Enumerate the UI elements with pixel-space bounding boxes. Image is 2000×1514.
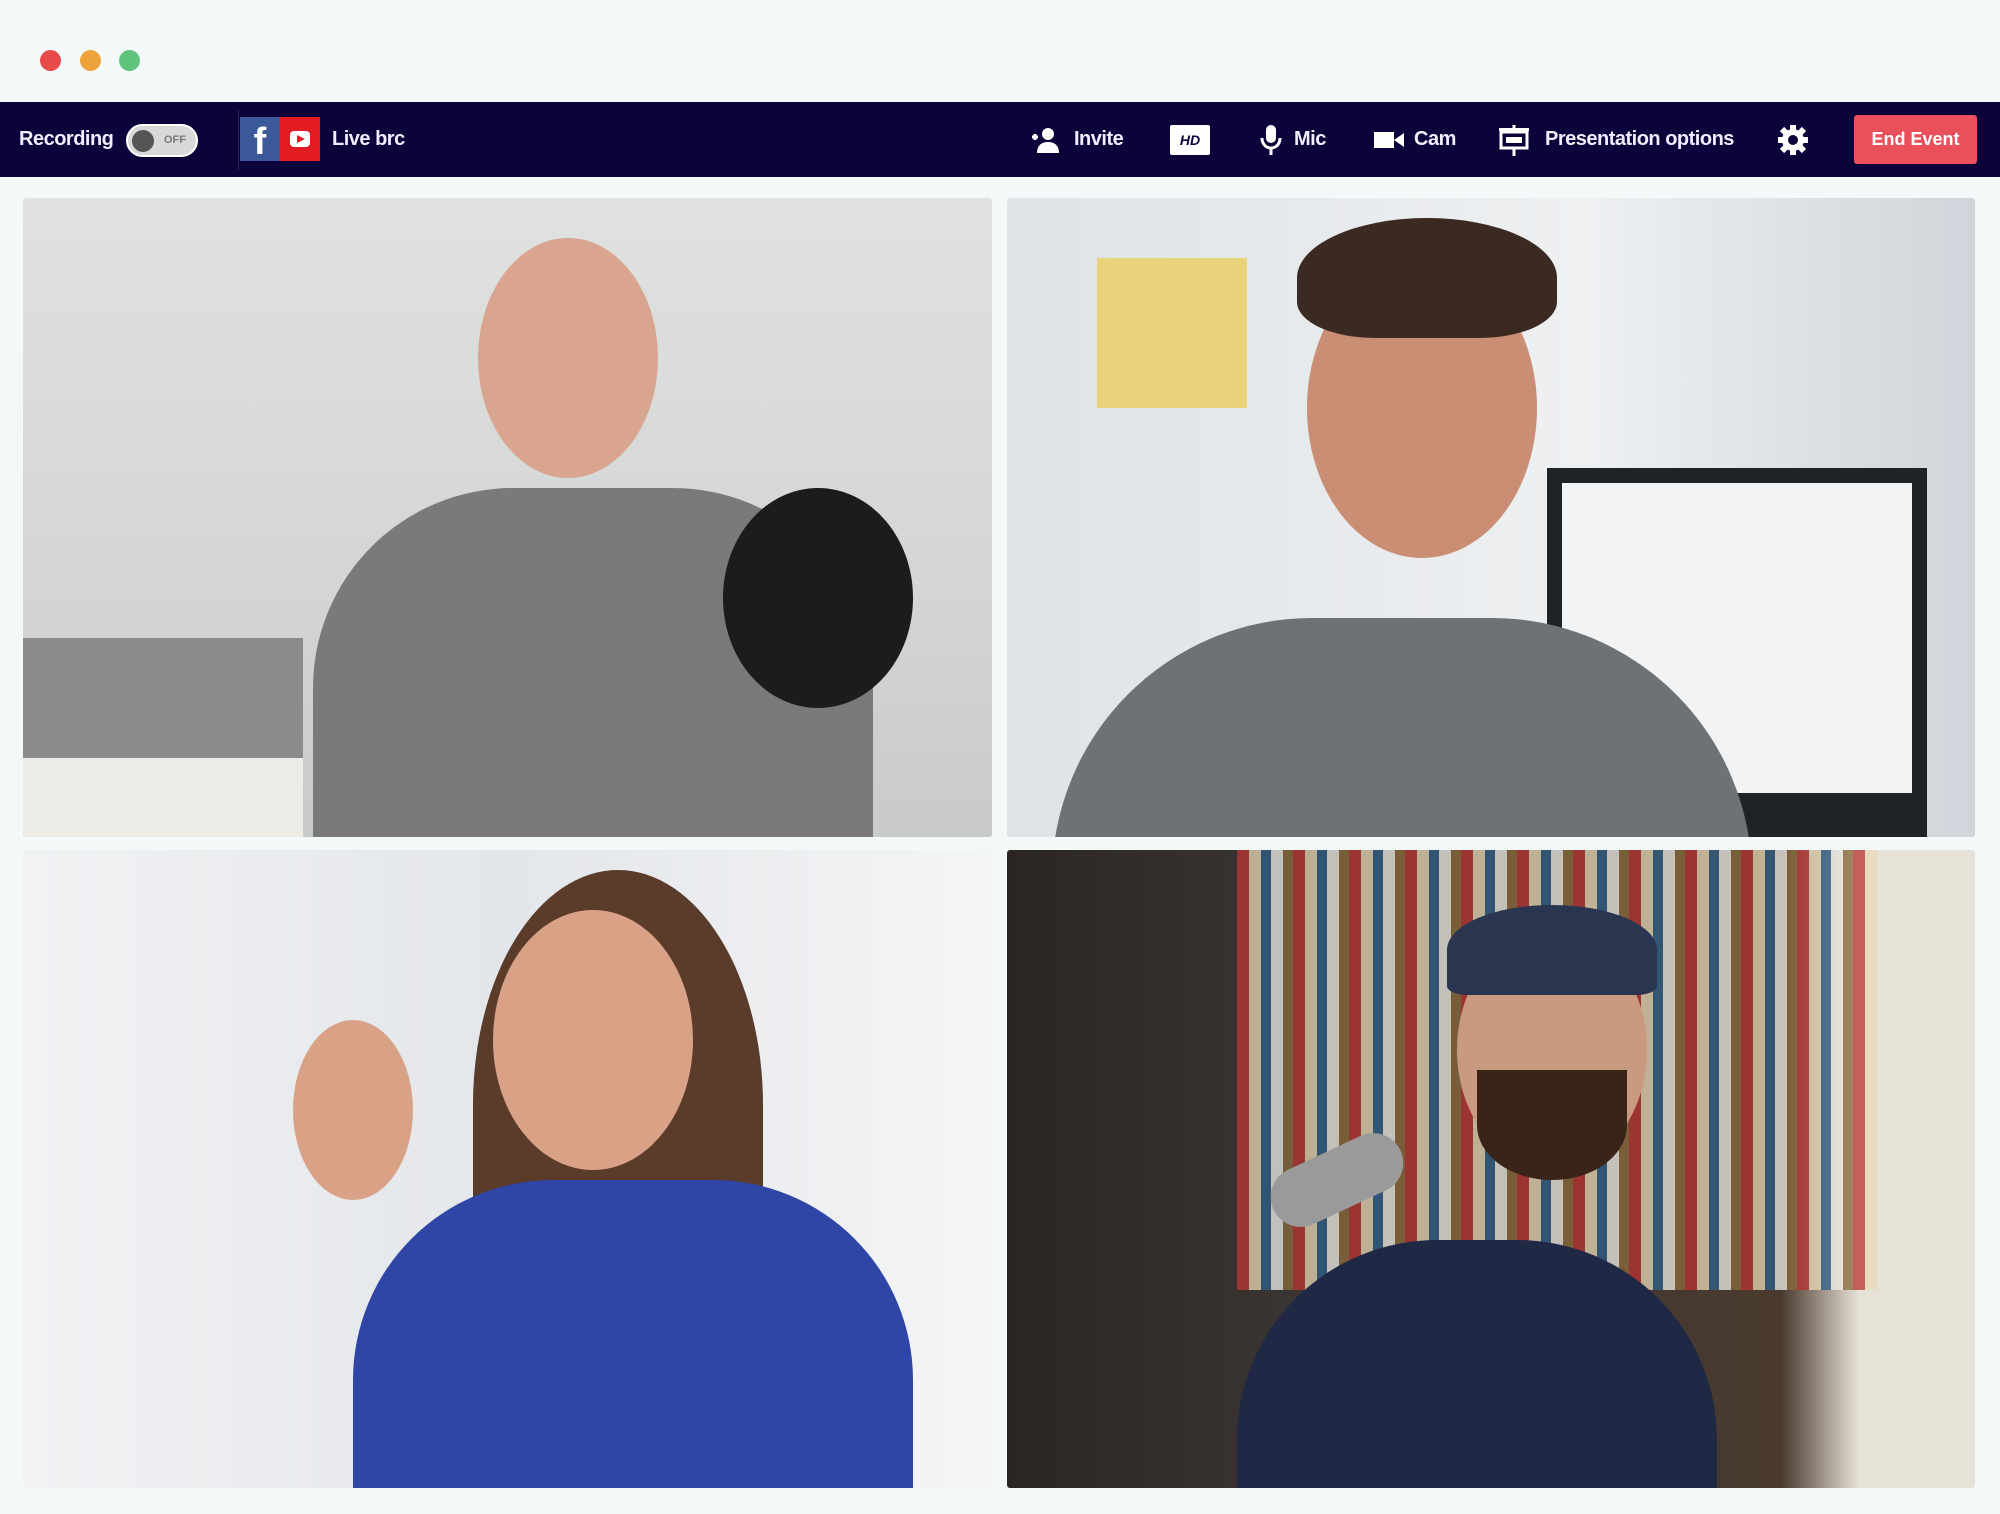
invite-label: Invite bbox=[1074, 128, 1124, 150]
youtube-icon[interactable] bbox=[280, 117, 320, 161]
participant-shirt bbox=[353, 1180, 913, 1488]
recording-label: Recording bbox=[19, 128, 114, 150]
gear-icon bbox=[1778, 124, 1808, 155]
cam-button[interactable]: Cam bbox=[1374, 102, 1456, 177]
video-tile-participant-1[interactable] bbox=[23, 198, 992, 837]
participant-hair bbox=[1297, 218, 1557, 338]
presentation-options-label: Presentation options bbox=[1545, 128, 1734, 150]
toggle-knob bbox=[132, 130, 154, 152]
presentation-board-icon bbox=[1499, 124, 1529, 156]
microphone-icon bbox=[1260, 124, 1282, 155]
waving-hand bbox=[293, 1020, 413, 1200]
hd-button[interactable]: HD bbox=[1170, 125, 1210, 155]
minimize-window-dot[interactable] bbox=[80, 50, 101, 71]
cam-label: Cam bbox=[1414, 128, 1456, 150]
microphone bbox=[723, 488, 913, 708]
recording-toggle[interactable]: OFF bbox=[126, 124, 198, 157]
video-tile-participant-2[interactable] bbox=[1007, 198, 1975, 837]
close-window-dot[interactable] bbox=[40, 50, 61, 71]
mic-button[interactable]: Mic bbox=[1260, 102, 1326, 177]
event-toolbar: Recording OFF f Live brc Invite HD Mic C… bbox=[0, 102, 2000, 177]
divider bbox=[238, 110, 239, 170]
settings-button[interactable] bbox=[1776, 102, 1810, 177]
toggle-state: OFF bbox=[164, 134, 186, 146]
participant-face bbox=[478, 238, 658, 478]
invite-button[interactable]: Invite bbox=[1028, 102, 1124, 177]
camera-icon bbox=[1374, 131, 1404, 148]
yellow-box bbox=[1097, 258, 1247, 408]
sofa-cushion bbox=[23, 758, 303, 837]
maximize-window-dot[interactable] bbox=[119, 50, 140, 71]
participant-beard bbox=[1477, 1070, 1627, 1180]
baseball-cap bbox=[1447, 905, 1657, 995]
video-tile-participant-4[interactable] bbox=[1007, 850, 1975, 1488]
mic-label: Mic bbox=[1294, 128, 1326, 150]
facebook-icon[interactable]: f bbox=[240, 117, 280, 163]
presentation-options-button[interactable]: Presentation options bbox=[1497, 102, 1734, 177]
video-tile-participant-3[interactable] bbox=[23, 850, 992, 1488]
live-broadcast-label[interactable]: Live brc bbox=[332, 102, 405, 177]
add-person-icon bbox=[1032, 127, 1059, 153]
end-event-button[interactable]: End Event bbox=[1854, 115, 1977, 164]
participant-face bbox=[493, 910, 693, 1170]
